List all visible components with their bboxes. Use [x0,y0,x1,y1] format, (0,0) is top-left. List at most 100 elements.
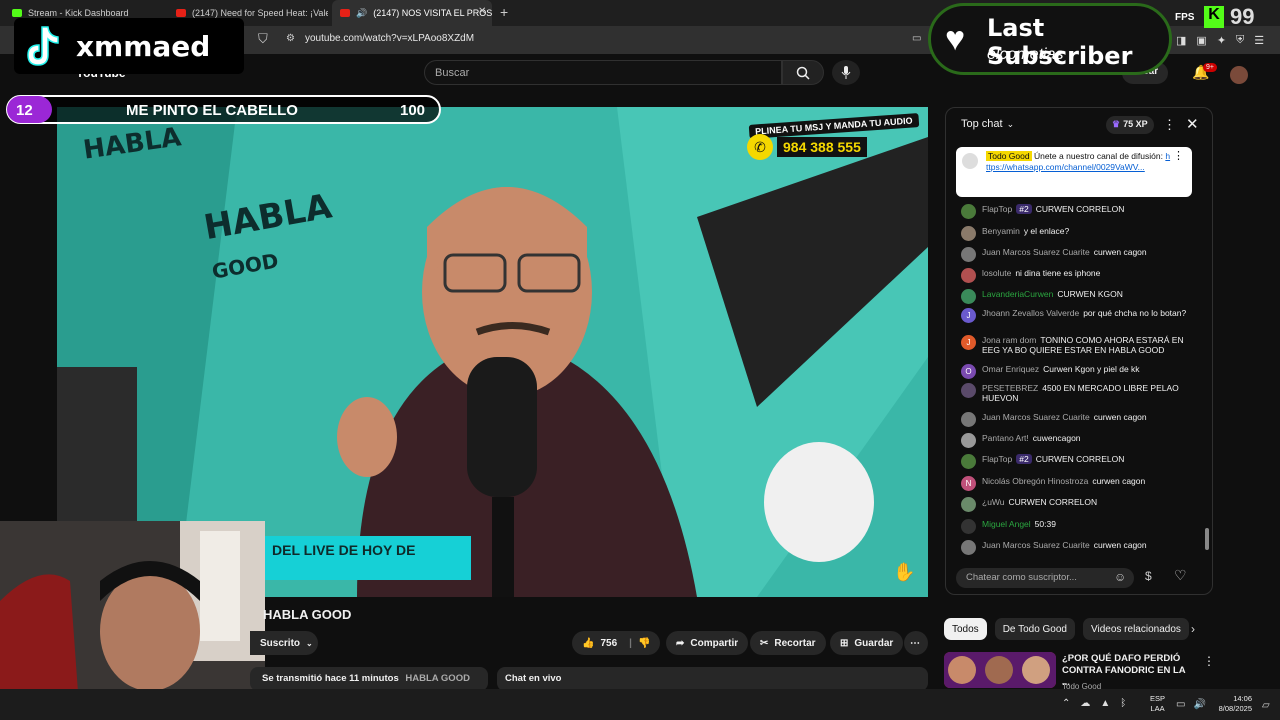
avatar [961,383,976,398]
chat-mode-dropdown[interactable]: Top chat ⌄ [961,118,1014,130]
kick-logo-icon: K [1204,6,1224,28]
description-box[interactable]: Se transmitió hace 11 minutos HABLA GOOD [250,667,488,691]
message-body: PESETEBREZ 4500 EN MERCADO LIBRE PELAO HU… [982,383,1191,403]
live-chat-panel-label[interactable]: Chat en vivo [497,667,928,691]
super-chat-icon[interactable]: $ [1145,569,1152,583]
message-text: por qué chcha no lo botan? [1083,308,1187,318]
language-indicator[interactable]: ESP LAA [1150,694,1165,714]
chat-message[interactable]: Pantano Art! cuwencagon [961,433,1191,448]
message-author[interactable]: PESETEBREZ [982,383,1038,393]
goal-count: 12 [16,102,33,119]
like-icon[interactable]: 👍 [582,638,594,649]
message-author[interactable]: Nicolás Obregón Hinostroza [982,476,1088,486]
chat-message[interactable]: Benyamin y el enlace? [961,226,1191,241]
new-tab-icon[interactable]: + [500,4,508,20]
message-author[interactable]: Juan Marcos Suarez Cuarite [982,247,1090,257]
chat-message[interactable]: N Nicolás Obregón Hinostroza curwen cagon [961,476,1191,491]
cast-icon[interactable]: ▭ [912,33,921,44]
chat-message[interactable]: ¿uWu CURWEN CORRELON [961,497,1191,512]
avatar [961,289,976,304]
chevron-up-icon[interactable]: ⌃ [1062,698,1070,709]
message-author[interactable]: LavanderiaCurwen [982,289,1053,299]
chat-message[interactable]: Juan Marcos Suarez Cuarite curwen cagon [961,247,1191,262]
message-author[interactable]: Benyamin [982,226,1020,236]
scissors-icon: ✂ [760,637,769,649]
chat-message[interactable]: FlapTop #2 CURWEN CORRELON [961,454,1191,469]
chat-message[interactable]: losolute ni dina tiene es iphone [961,268,1191,283]
chat-message[interactable]: Miguel Angel 50:39 [961,519,1191,534]
menu-icon[interactable]: ☰ [1254,34,1264,47]
message-author[interactable]: FlapTop [982,204,1012,214]
message-text: curwen cagon [1093,412,1147,422]
message-text: cuwencagon [1032,433,1081,443]
bluetooth-icon[interactable]: ᛒ [1120,698,1126,709]
tab-nos-visita[interactable]: 🔊 (2147) NOS VISITA EL PROSO [332,0,492,26]
bookmark-icon[interactable]: ⛉ [258,31,268,47]
chat-input[interactable]: Chatear como suscriptor... [956,568,1134,588]
wallet-icon[interactable]: ▣ [1196,34,1206,47]
nvidia-icon[interactable]: ▲ [1100,698,1110,709]
voice-search-button[interactable] [832,60,860,85]
message-author[interactable]: ¿uWu [982,497,1005,507]
sidebar-icon[interactable]: ◨ [1176,34,1186,47]
more-actions-button[interactable]: ⋯ [904,631,928,655]
chat-message[interactable]: FlapTop #2 CURWEN CORRELON [961,204,1191,219]
message-author[interactable]: Juan Marcos Suarez Cuarite [982,412,1090,422]
clip-button[interactable]: ✂ Recortar [750,631,826,655]
url-field[interactable]: youtube.com/watch?v=xLPAoo8XZdM [305,33,474,44]
message-author[interactable]: Miguel Angel [982,519,1031,529]
heart-outline-icon[interactable]: ♡ [1174,567,1187,584]
search-input[interactable]: Buscar [424,60,782,85]
volume-icon[interactable]: 🔊 [1193,699,1205,710]
clock[interactable]: 14:06 8/08/2025 [1212,694,1252,714]
whatsapp-icon: ✆ [747,134,773,160]
dislike-icon[interactable]: 👎 [638,638,650,649]
emoji-icon[interactable]: ☺ [1114,570,1126,584]
shield-icon[interactable]: ⛨ [1236,34,1244,47]
extensions-icon[interactable]: ✦ [1217,34,1226,47]
chat-scrollbar[interactable] [1205,528,1209,550]
message-text: CURWEN CORRELON [1035,454,1125,464]
like-count[interactable]: 756 [600,638,617,649]
message-author[interactable]: Pantano Art! [982,433,1029,443]
chat-message[interactable]: J Jhoann Zevallos Valverde por qué chcha n… [961,308,1191,323]
more-vert-icon[interactable]: ⋮ [1203,654,1215,668]
related-thumbnail[interactable] [944,652,1056,688]
cloud-icon[interactable]: ☁ [1080,698,1090,709]
save-button[interactable]: ⊞ Guardar [830,631,904,655]
chip-all[interactable]: Todos [944,618,987,640]
monitor-icon[interactable]: ▭ [1176,699,1185,710]
chat-message[interactable]: Juan Marcos Suarez Cuarite curwen cagon [961,412,1191,427]
chat-message[interactable]: O Omar Enriquez Curwen Kgon y piel de kk [961,364,1191,379]
chip-channel[interactable]: De Todo Good [994,618,1075,640]
channel-tag[interactable]: HABLA GOOD [405,673,470,684]
more-vert-icon[interactable]: ⋮ [1163,117,1176,133]
chat-message[interactable]: PESETEBREZ 4500 EN MERCADO LIBRE PELAO HU… [961,383,1191,403]
chevron-right-icon[interactable]: › [1191,622,1195,636]
more-vert-icon[interactable]: ⋮ [1173,151,1184,162]
site-settings-icon[interactable]: ⚙ [286,33,295,44]
avatar: O [961,364,976,379]
message-author[interactable]: Jona ram dom [982,335,1036,345]
tab-label: Stream - Kick Dashboard [28,8,129,18]
xp-badge[interactable]: ♛ 75 XP [1106,116,1154,134]
subscribe-button[interactable]: Suscrito ⌄ [250,631,318,655]
message-author[interactable]: losolute [982,268,1011,278]
share-button[interactable]: ➦ Compartir [666,631,749,655]
search-button[interactable] [782,60,824,85]
notification-center-icon[interactable]: ▱ [1262,700,1270,711]
message-author[interactable]: Jhoann Zevallos Valverde [982,308,1079,318]
chip-related[interactable]: Videos relacionados [1083,618,1189,640]
message-author[interactable]: Omar Enriquez [982,364,1039,374]
live-chat-label: Chat en vivo [505,673,562,684]
message-author[interactable]: FlapTop [982,454,1012,464]
chat-message[interactable]: J Jona ram dom TONINO COMO AHORA ESTARÁ EN… [961,335,1191,355]
chat-message[interactable]: Juan Marcos Suarez Cuarite curwen cagon [961,540,1191,555]
close-tab-icon[interactable]: ✕ [478,6,486,17]
close-icon[interactable]: ✕ [1186,115,1199,133]
chat-message[interactable]: LavanderiaCurwen CURWEN KGON [961,289,1191,304]
message-text: curwen cagon [1092,476,1146,486]
avatar[interactable] [1230,66,1248,84]
message-author[interactable]: Juan Marcos Suarez Cuarite [982,540,1090,550]
audio-icon: 🔊 [356,7,368,18]
